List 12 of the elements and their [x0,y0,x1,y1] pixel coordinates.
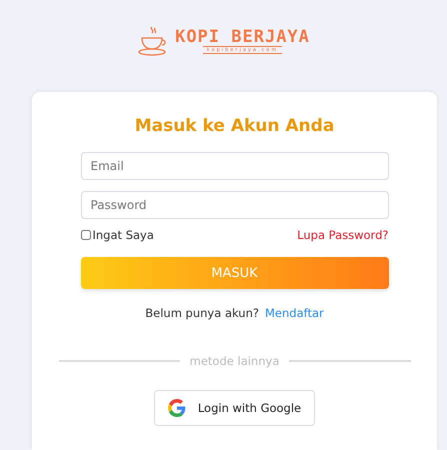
input-field[interactable]: Password [80,191,388,219]
form-title: Masuk ke Akun Anda [134,116,334,136]
remember-label: Ingat Saya [92,228,154,242]
brand-name: KOPI BERJAYA [175,28,310,46]
remember-checkbox[interactable] [80,230,90,240]
divider-label: metode lainnya [190,354,280,368]
input-field[interactable]: Email [80,152,388,180]
google-icon [168,399,186,417]
signup-prompt: Belum punya akun? [145,306,259,320]
google-login-button[interactable]: Login with Google [154,390,315,426]
signup-link[interactable]: Mendaftar [264,306,324,320]
forgot-password-link[interactable]: Lupa Password? [297,228,388,242]
